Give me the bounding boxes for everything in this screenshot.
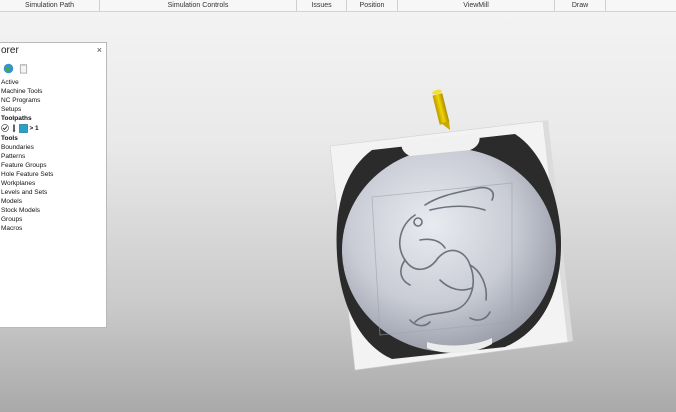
explorer-panel: orer × Active Machine Tools NC Programs … <box>0 42 107 328</box>
tool-icon <box>12 124 16 133</box>
ribbon-group-issues[interactable]: Issues <box>297 0 347 11</box>
explorer-tree: Active Machine Tools NC Programs Setups … <box>1 78 105 233</box>
globe-icon[interactable] <box>3 63 14 74</box>
ribbon-group-simulation-path[interactable]: Simulation Path <box>0 0 100 11</box>
tree-item-toolpath-1[interactable]: > 1 <box>1 123 105 134</box>
tree-item-macros[interactable]: Macros <box>1 224 105 233</box>
tree-item-groups[interactable]: Groups <box>1 215 105 224</box>
toolpath-name: > 1 <box>29 125 39 132</box>
ribbon-group-simulation-controls[interactable]: Simulation Controls <box>100 0 297 11</box>
clipboard-icon[interactable] <box>18 63 29 74</box>
tree-item-boundaries[interactable]: Boundaries <box>1 143 105 152</box>
tree-item-setups[interactable]: Setups <box>1 105 105 114</box>
cutting-tool <box>432 89 451 131</box>
ribbon-group-draw[interactable]: Draw <box>555 0 606 11</box>
tree-item-nc-programs[interactable]: NC Programs <box>1 96 105 105</box>
tree-item-toolpaths[interactable]: Toolpaths <box>1 114 105 123</box>
tree-item-tools[interactable]: Tools <box>1 134 105 143</box>
tree-item-feature-groups[interactable]: Feature Groups <box>1 161 105 170</box>
tree-item-hole-feature-sets[interactable]: Hole Feature Sets <box>1 170 105 179</box>
tree-item-levels-and-sets[interactable]: Levels and Sets <box>1 188 105 197</box>
explorer-toolbar <box>3 63 103 75</box>
tree-item-workplanes[interactable]: Workplanes <box>1 179 105 188</box>
ribbon-group-viewmill[interactable]: ViewMill <box>398 0 555 11</box>
tree-item-stock-models[interactable]: Stock Models <box>1 206 105 215</box>
toolpath-icon <box>18 123 28 133</box>
tree-item-models[interactable]: Models <box>1 197 105 206</box>
checkmark-icon[interactable] <box>1 124 9 133</box>
explorer-title: orer <box>1 45 19 56</box>
tree-item-machine-tools[interactable]: Machine Tools <box>1 87 105 96</box>
close-icon[interactable]: × <box>97 45 102 55</box>
ribbon-group-position[interactable]: Position <box>347 0 398 11</box>
ribbon-group-bar: Simulation Path Simulation Controls Issu… <box>0 0 676 12</box>
tree-item-patterns[interactable]: Patterns <box>1 152 105 161</box>
tree-item-active[interactable]: Active <box>1 78 105 87</box>
